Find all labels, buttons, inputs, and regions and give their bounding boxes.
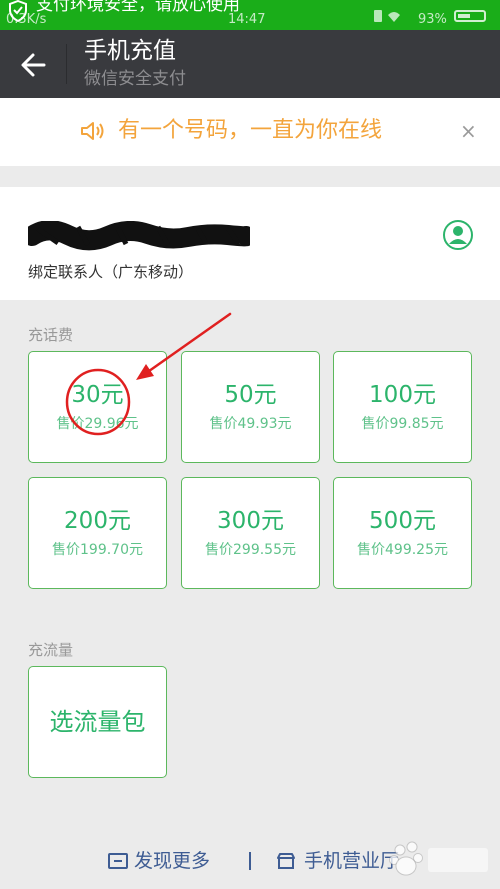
recharge-price: 售价299.55元 <box>205 542 296 558</box>
recharge-option-200[interactable]: 200元 售价199.70元 <box>28 477 167 589</box>
data-package-label: 选流量包 <box>49 708 146 736</box>
recharge-option-50[interactable]: 50元 售价49.93元 <box>181 351 320 463</box>
title-divider <box>66 44 67 84</box>
speaker-icon <box>81 122 104 140</box>
recharge-option-300[interactable]: 300元 售价299.55元 <box>181 477 320 589</box>
recharge-price: 售价29.96元 <box>56 416 139 432</box>
recharge-price: 售价499.25元 <box>357 542 448 558</box>
battery-percent: 93% <box>418 12 447 27</box>
wechat-phone-recharge-screen: 0.3K/s 14:47 93% 支付环境安全，请放心使用 手机充值 微信安全支… <box>0 0 500 889</box>
contact-person-icon[interactable] <box>442 219 474 251</box>
discover-card-icon <box>108 853 128 869</box>
recharge-amount: 300元 <box>217 508 284 534</box>
promo-notice: 有一个号码，一直为你在线 × <box>0 98 500 166</box>
recharge-price: 售价49.93元 <box>209 416 292 432</box>
recharge-amount: 100元 <box>369 382 436 408</box>
recharge-amount: 200元 <box>64 508 131 534</box>
signal-wifi-icons <box>374 10 400 22</box>
recharge-amount: 50元 <box>224 382 277 408</box>
recharge-price: 售价199.70元 <box>52 542 143 558</box>
status-bar: 0.3K/s 14:47 93% 支付环境安全，请放心使用 <box>0 0 500 30</box>
page-subtitle: 微信安全支付 <box>84 69 186 89</box>
recharge-amount: 500元 <box>369 508 436 534</box>
notice-text: 有一个号码，一直为你在线 <box>118 118 383 143</box>
choose-data-package-button[interactable]: 选流量包 <box>28 666 167 778</box>
page-title: 手机充值 <box>84 38 176 64</box>
data-plan-section-title: 充流量 <box>28 641 74 659</box>
recharge-option-100[interactable]: 100元 售价99.85元 <box>333 351 472 463</box>
recharge-option-500[interactable]: 500元 售价499.25元 <box>333 477 472 589</box>
redacted-phone-number <box>28 221 250 251</box>
store-icon <box>277 853 295 869</box>
title-bar: 手机充值 微信安全支付 <box>0 30 500 98</box>
recharge-amount: 30元 <box>71 382 124 408</box>
bound-contact-section[interactable]: 绑定联系人（广东移动） <box>0 187 500 300</box>
back-arrow-icon[interactable] <box>18 50 50 80</box>
watermark-logo <box>389 841 488 876</box>
footer-divider <box>249 852 251 870</box>
close-notice-button[interactable]: × <box>460 118 477 144</box>
recharge-section-title: 充话费 <box>28 326 74 344</box>
discover-more-link[interactable]: 发现更多 <box>134 848 210 874</box>
battery-icon <box>454 10 486 22</box>
recharge-option-30[interactable]: 30元 售价29.96元 <box>28 351 167 463</box>
contact-label: 绑定联系人（广东移动） <box>28 263 194 281</box>
security-banner-text: 支付环境安全，请放心使用 <box>36 0 240 15</box>
shield-icon <box>9 0 27 22</box>
recharge-price: 售价99.85元 <box>361 416 444 432</box>
